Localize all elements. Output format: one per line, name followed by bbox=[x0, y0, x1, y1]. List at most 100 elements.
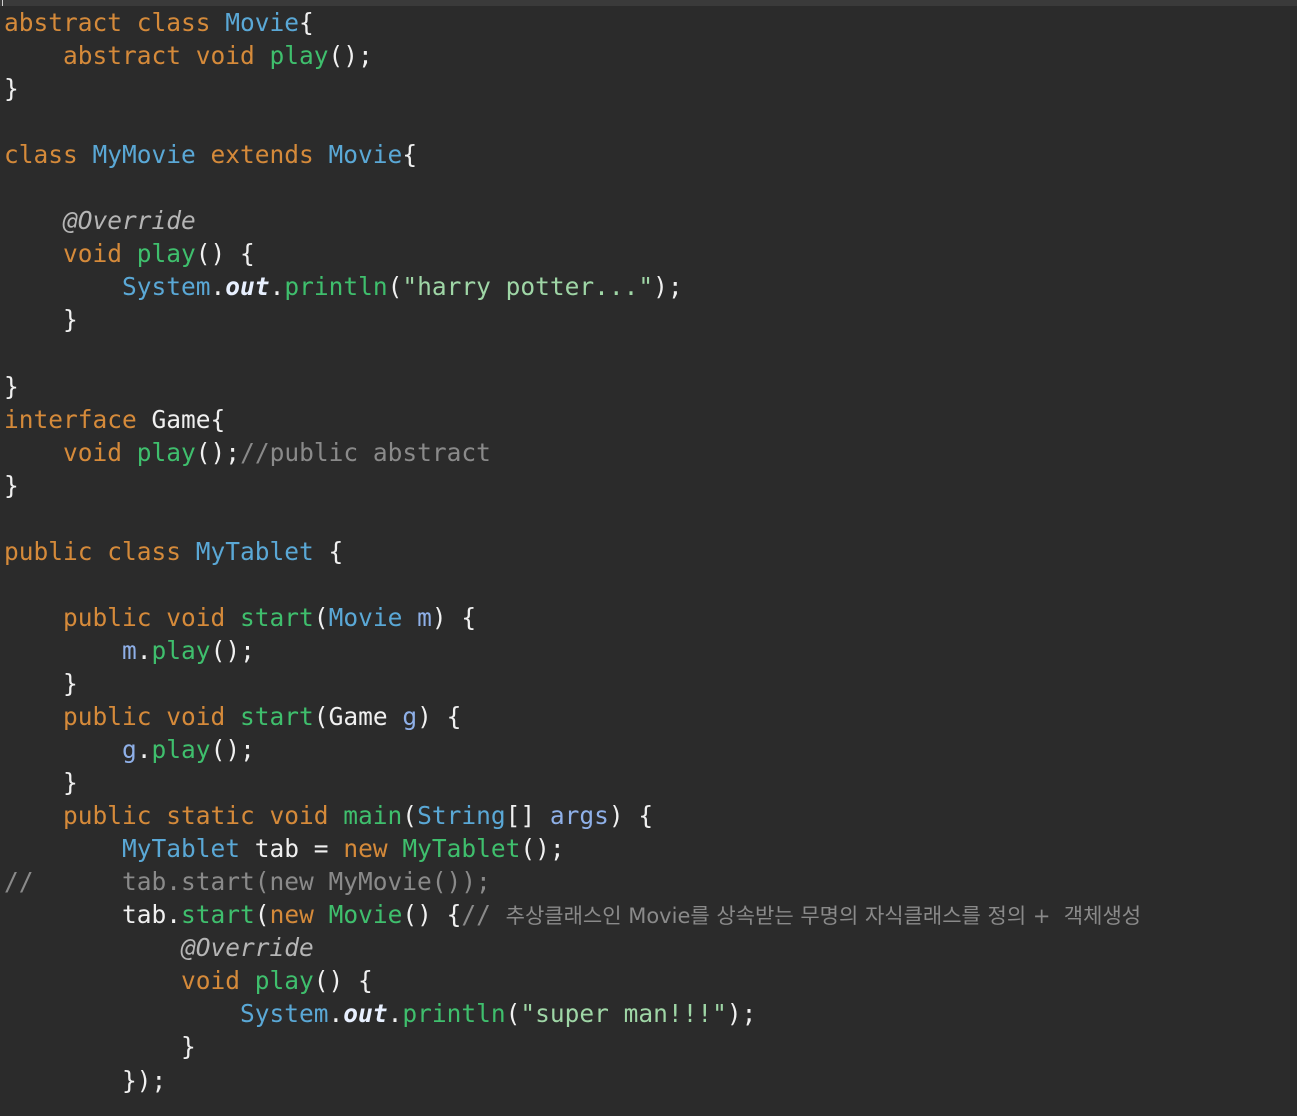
code-line[interactable] bbox=[4, 171, 1294, 204]
code-line[interactable]: }); bbox=[4, 1064, 1294, 1097]
code-token: new bbox=[269, 900, 329, 930]
code-token: (); bbox=[328, 41, 373, 71]
code-token: "super man!!!" bbox=[520, 999, 727, 1029]
code-token: = bbox=[313, 834, 344, 864]
code-token: } bbox=[181, 1032, 196, 1062]
code-line[interactable] bbox=[4, 336, 1294, 369]
code-token: 추상클래스인 Movie를 상속받는 무명의 자식클래스를 정의 + 객체생성 bbox=[505, 904, 1142, 929]
code-line[interactable]: } bbox=[4, 667, 1294, 700]
code-token: [] bbox=[505, 801, 550, 831]
code-line[interactable] bbox=[4, 502, 1294, 535]
code-token: ); bbox=[653, 272, 683, 302]
code-line[interactable]: m.play(); bbox=[4, 634, 1294, 667]
code-token: Movie bbox=[225, 8, 300, 37]
code-line[interactable]: public void start(Game g) { bbox=[4, 700, 1294, 733]
code-token: public class bbox=[4, 536, 196, 566]
code-line[interactable]: System.out.println("harry potter..."); bbox=[4, 270, 1294, 303]
code-line[interactable]: void play() { bbox=[4, 237, 1294, 270]
code-token: Game bbox=[328, 701, 388, 731]
code-line[interactable]: System.out.println("super man!!!"); bbox=[4, 997, 1294, 1030]
code-token: play bbox=[151, 735, 211, 765]
code-line[interactable]: } bbox=[4, 303, 1294, 336]
code-line[interactable]: } bbox=[4, 469, 1294, 502]
code-token: (); bbox=[195, 437, 241, 467]
code-token: public void bbox=[63, 701, 241, 731]
code-token: abstract void bbox=[63, 41, 270, 71]
code-token: Movie bbox=[328, 602, 403, 632]
code-token: ( bbox=[387, 272, 403, 302]
code-line[interactable]: } bbox=[4, 370, 1294, 403]
code-token: // tab.start(new MyMovie()); bbox=[4, 867, 491, 897]
code-token: ( bbox=[313, 701, 329, 731]
code-token: Game bbox=[151, 404, 211, 434]
code-token: MyTablet bbox=[195, 536, 314, 566]
text-cursor bbox=[2, 0, 3, 6]
code-token: MyMovie bbox=[92, 140, 196, 170]
code-line[interactable]: public void start(Movie m) { bbox=[4, 601, 1294, 634]
code-token: void bbox=[63, 437, 137, 467]
code-token: . bbox=[166, 900, 182, 930]
code-token: { bbox=[210, 404, 226, 434]
code-token: tab bbox=[4, 900, 167, 930]
code-token: start bbox=[240, 602, 314, 632]
code-token: //public abstract bbox=[240, 437, 491, 467]
code-token: } bbox=[4, 74, 19, 104]
code-token: . bbox=[387, 999, 403, 1029]
code-token: (); bbox=[520, 834, 565, 864]
code-token: @Override bbox=[63, 206, 196, 236]
code-token: play bbox=[269, 41, 329, 71]
code-token: { bbox=[313, 536, 344, 566]
code-token: new bbox=[343, 834, 403, 864]
code-line[interactable]: g.play(); bbox=[4, 733, 1294, 766]
code-token: m bbox=[402, 602, 432, 632]
code-line[interactable]: @Override bbox=[4, 204, 1294, 237]
code-token: println bbox=[284, 272, 388, 302]
code-line[interactable]: // tab.start(new MyMovie()); bbox=[4, 865, 1294, 898]
code-token: } bbox=[4, 371, 19, 401]
code-line[interactable]: } bbox=[4, 766, 1294, 799]
code-token: ) { bbox=[608, 801, 654, 831]
code-token: . bbox=[328, 999, 344, 1029]
code-line[interactable]: interface Game{ bbox=[4, 403, 1294, 436]
code-line[interactable]: tab.start(new Movie() {// 추상클래스인 Movie를 … bbox=[4, 898, 1294, 931]
code-token: public static void bbox=[63, 801, 344, 831]
code-line[interactable]: } bbox=[4, 72, 1294, 105]
code-line[interactable]: void play();//public abstract bbox=[4, 436, 1294, 469]
code-line[interactable]: public static void main(String[] args) { bbox=[4, 799, 1294, 832]
code-token: play bbox=[151, 635, 211, 665]
code-editor[interactable]: abstract class Movie{ abstract void play… bbox=[4, 6, 1294, 1114]
code-token: println bbox=[402, 999, 506, 1029]
code-token: ); bbox=[726, 999, 757, 1029]
code-line[interactable]: } bbox=[4, 1030, 1294, 1063]
code-line[interactable]: MyTablet tab = new MyTablet(); bbox=[4, 832, 1294, 865]
code-token: System bbox=[240, 999, 329, 1029]
code-line[interactable]: abstract class Movie{ bbox=[4, 6, 1294, 39]
code-token: start bbox=[240, 701, 314, 731]
code-token: Movie bbox=[328, 900, 403, 930]
code-token: out bbox=[343, 999, 388, 1029]
code-token: ( bbox=[254, 900, 270, 930]
code-token: start bbox=[181, 900, 255, 930]
code-line[interactable] bbox=[4, 105, 1294, 138]
code-token: play bbox=[136, 239, 196, 269]
code-token: extends bbox=[195, 140, 329, 170]
code-line[interactable]: abstract void play(); bbox=[4, 39, 1294, 72]
code-token: void bbox=[181, 966, 255, 996]
code-token: (); bbox=[210, 735, 255, 765]
code-token: } bbox=[63, 768, 78, 798]
code-line[interactable]: public class MyTablet { bbox=[4, 535, 1294, 568]
code-line[interactable]: class MyMovie extends Movie{ bbox=[4, 138, 1294, 171]
code-token: class bbox=[4, 140, 93, 170]
code-line[interactable] bbox=[4, 568, 1294, 601]
code-line[interactable]: void play() { bbox=[4, 964, 1294, 997]
code-line[interactable]: @Override bbox=[4, 931, 1294, 964]
